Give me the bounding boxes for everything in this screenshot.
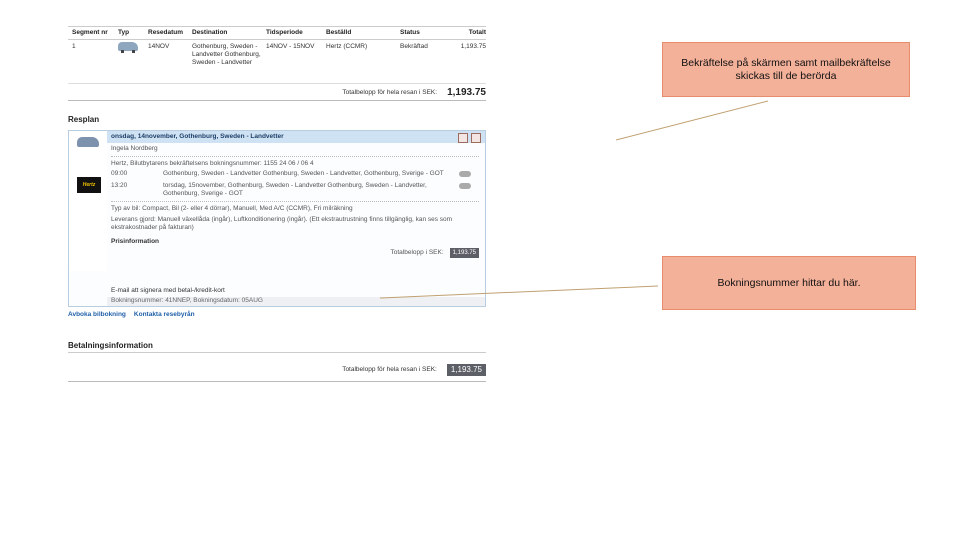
callout-booking-number: Bokningsnummer hittar du här. [662, 256, 916, 310]
callout-confirmation: Bekräftelse på skärmen samt mailbekräfte… [662, 42, 910, 97]
callout-2-connector [379, 285, 659, 299]
callout-1-connector [615, 100, 769, 141]
